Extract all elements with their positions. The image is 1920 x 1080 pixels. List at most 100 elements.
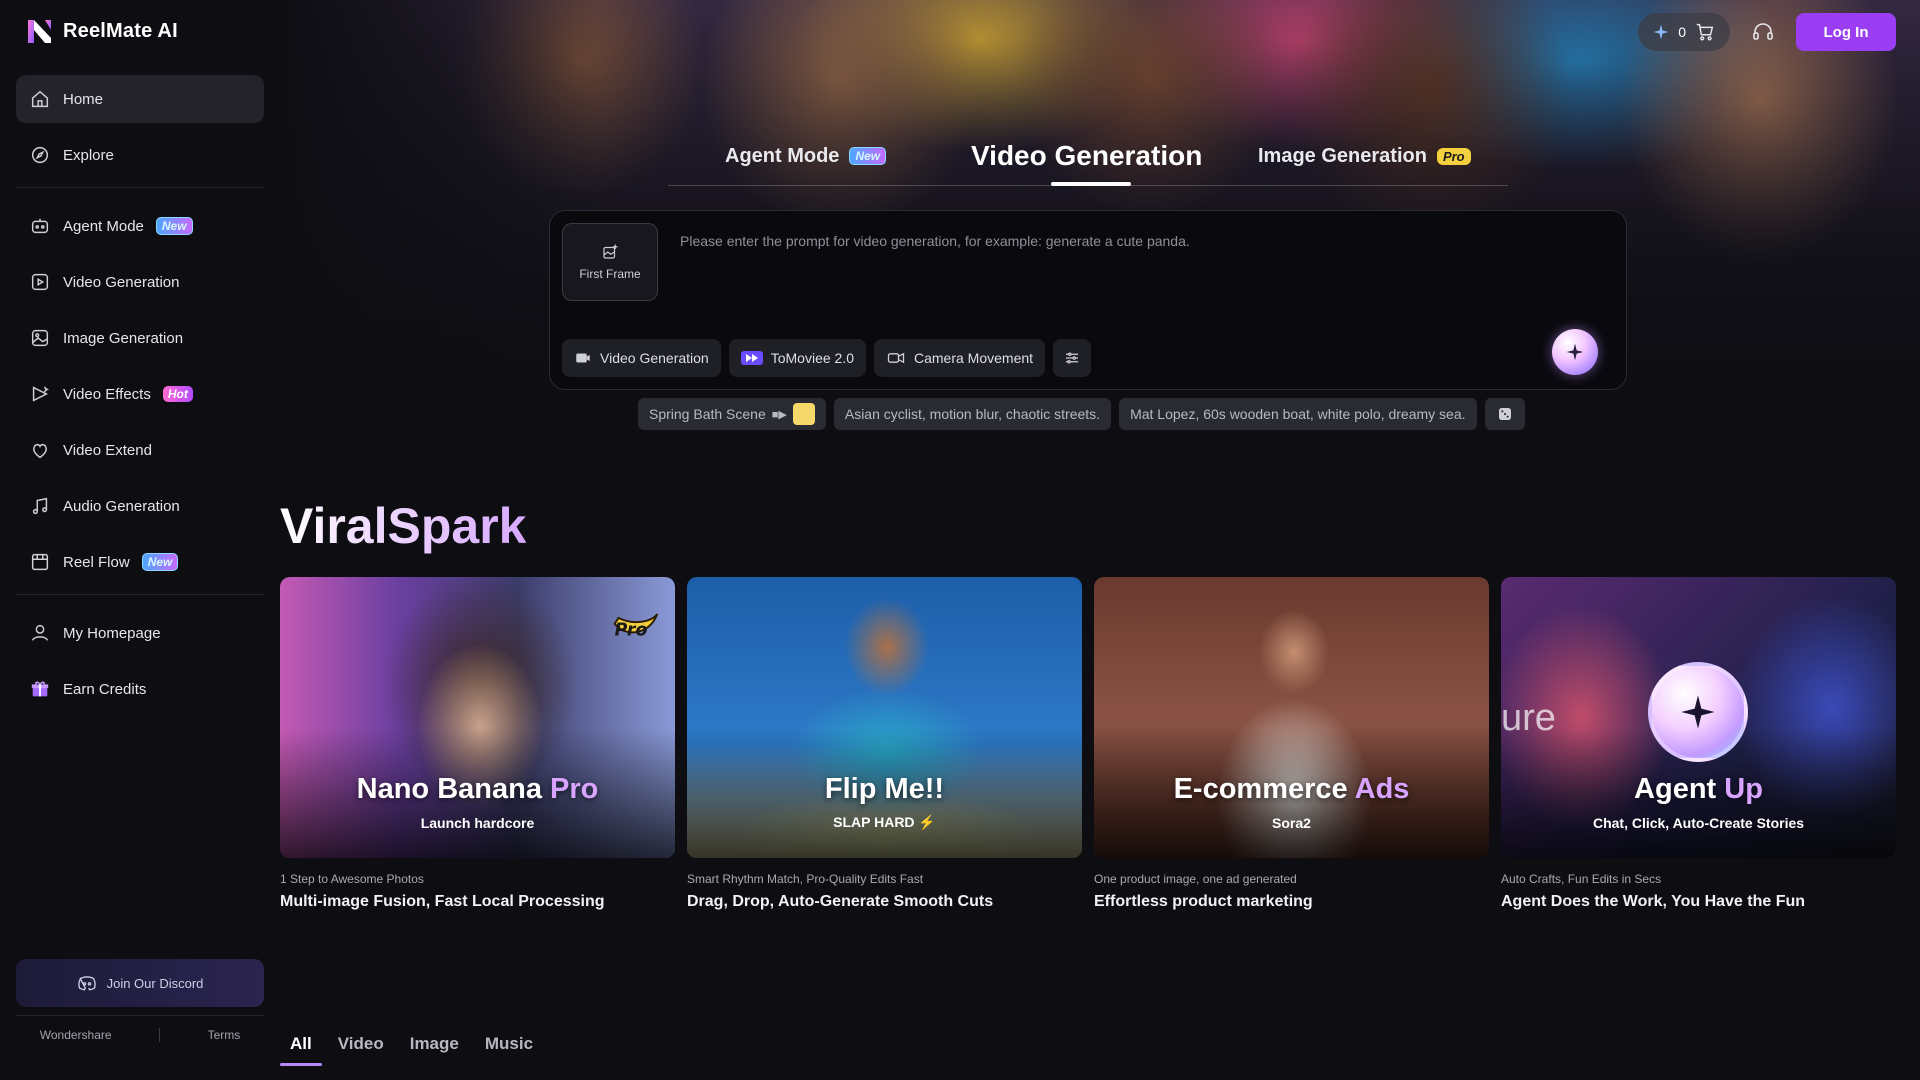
active-tab-indicator [1051,182,1131,186]
sidebar-item-label: Image Generation [63,329,184,347]
feature-card[interactable]: Flip Me!! SLAP HARD ⚡ Smart Rhythm Match… [687,577,1082,911]
sidebar-item-label: Agent Mode [63,217,144,235]
card-title-highlight: Ads [1354,773,1410,805]
feature-card[interactable]: E-commerce Ads Sora2 One product image, … [1094,577,1489,911]
card-list: Pro Nano Banana Pro Launch hardcore 1 St… [280,577,1896,911]
card-title-highlight: Up [1724,773,1763,805]
sidebar-item-explore[interactable]: Explore [16,131,264,179]
home-icon [31,90,49,108]
extend-icon [33,443,47,459]
card-title-main: Nano Banana [356,773,551,805]
sidebar-item-video-extend[interactable]: Video Extend [16,426,264,474]
video-generation-chip[interactable]: Video Generation [562,339,721,377]
card-description: Multi-image Fusion, Fast Local Processin… [280,893,605,910]
discord-icon [77,976,96,991]
sidebar-item-label: Home [63,90,104,108]
dice-icon [1498,408,1511,420]
sidebar-item-my-homepage[interactable]: My Homepage [16,609,264,657]
sidebar-item-label: Explore [63,146,114,164]
video-effects-icon [32,386,49,402]
sidebar-item-image-generation[interactable]: Image Generation [16,314,264,362]
model-select-chip[interactable]: ToMoviee 2.0 [728,339,866,377]
shuffle-button[interactable] [1484,398,1525,430]
divider [159,1028,161,1042]
support-button[interactable] [1744,13,1782,51]
camera-movement-chip[interactable]: Camera Movement [874,339,1046,377]
tab-image[interactable]: Image [410,1034,459,1054]
card-image: E-commerce Ads Sora2 [1094,577,1489,858]
sidebar-item-label: Reel Flow [63,553,130,571]
new-badge: New [141,553,179,571]
card-title-main: E-commerce [1173,773,1355,805]
sidebar-item-agent-mode[interactable]: Agent Mode New [16,202,264,250]
prompt-input[interactable] [680,233,1580,249]
terms-link[interactable]: Terms [208,1028,241,1042]
feature-card[interactable]: ure Agent Up Chat, Click, Auto-Create St… [1501,577,1896,911]
section-title: ViralSpark [280,498,527,554]
sidebar-item-video-generation[interactable]: Video Generation [16,258,264,306]
card-tagline: Smart Rhythm Match, Pro-Quality Edits Fa… [687,872,924,886]
tab-video-generation[interactable]: Video Generation [971,128,1203,186]
tab-image-generation[interactable]: Image Generation Pro [1258,128,1471,184]
camera-movement-icon [887,352,905,364]
sidebar-item-label: Video Generation [63,273,180,291]
tab-label: Video Generation [971,140,1203,171]
suggestion-chip[interactable]: Spring Bath Scene ■▶ [638,398,826,430]
wondershare-link[interactable]: Wondershare [40,1028,112,1042]
user-icon [31,624,49,641]
card-image: Flip Me!! SLAP HARD ⚡ [687,577,1082,858]
sidebar-item-label: Video Effects [63,385,151,403]
join-discord-button[interactable]: Join Our Discord [16,959,264,1007]
video-icon: ■▶ [771,408,787,421]
tab-label: Image Generation [1258,144,1427,167]
login-button[interactable]: Log In [1796,13,1896,51]
settings-button[interactable] [1053,339,1092,377]
credits-pill[interactable]: 0 [1638,13,1730,51]
sidebar-item-audio-generation[interactable]: Audio Generation [16,482,264,530]
sidebar-item-label: Earn Credits [63,680,147,698]
sparkle-icon [1566,343,1584,361]
sidebar-item-reel-flow[interactable]: Reel Flow New [16,538,264,586]
content-filter-tabs: All Video Image Music [280,1034,533,1066]
suggestion-chip[interactable]: Mat Lopez, 60s wooden boat, white polo, … [1119,398,1477,430]
top-right-actions: 0 Log In [1638,13,1896,51]
card-title: E-commerce Ads [1094,773,1489,806]
pro-badge: Pro [1436,147,1471,165]
card-description: Agent Does the Work, You Have the Fun [1501,893,1806,910]
thumbnail-icon [792,403,815,425]
card-subtitle: Launch hardcore [420,815,535,831]
brand-name: ReelMate AI [63,20,178,42]
brand[interactable]: ReelMate AI [26,18,178,45]
card-image: Pro Nano Banana Pro Launch hardcore [280,577,675,858]
sidebar-nav: Home Explore Agent Mode New Video Genera… [16,75,264,721]
suggestion-chip[interactable]: Asian cyclist, motion blur, chaotic stre… [833,398,1112,430]
card-subtitle: Chat, Click, Auto-Create Stories [1592,815,1805,831]
image-icon [31,329,49,347]
feature-card[interactable]: Pro Nano Banana Pro Launch hardcore 1 St… [280,577,675,911]
sidebar-item-earn-credits[interactable]: Earn Credits [16,665,264,713]
tomoviee-logo-icon [740,351,763,365]
divider [16,594,264,595]
cart-icon[interactable] [1694,21,1716,43]
generate-button[interactable] [1552,329,1598,375]
tab-music[interactable]: Music [485,1034,533,1054]
suggestion-label: Spring Bath Scene [649,406,766,422]
banana-pro-icon: Pro [613,613,659,640]
card-subtitle: Sora2 [1272,815,1311,831]
tab-video[interactable]: Video [338,1034,384,1054]
credits-count: 0 [1678,24,1686,40]
card-title-main: Agent [1634,773,1725,805]
sidebar-item-label: Audio Generation [63,497,180,515]
suggestion-label: Asian cyclist, motion blur, chaotic stre… [844,406,1101,422]
first-frame-upload[interactable]: First Frame [562,223,658,301]
robot-icon [31,218,49,234]
sidebar-item-home[interactable]: Home [16,75,264,123]
tab-agent-mode[interactable]: Agent Mode New [725,128,887,184]
sidebar-item-video-effects[interactable]: Video Effects Hot [16,370,264,418]
gift-icon [31,681,49,697]
tab-all[interactable]: All [280,1034,322,1066]
divider [16,187,264,188]
card-title: Agent Up [1501,773,1896,806]
card-title-highlight: Pro [550,773,599,805]
card-tagline: One product image, one ad generated [1094,872,1297,886]
